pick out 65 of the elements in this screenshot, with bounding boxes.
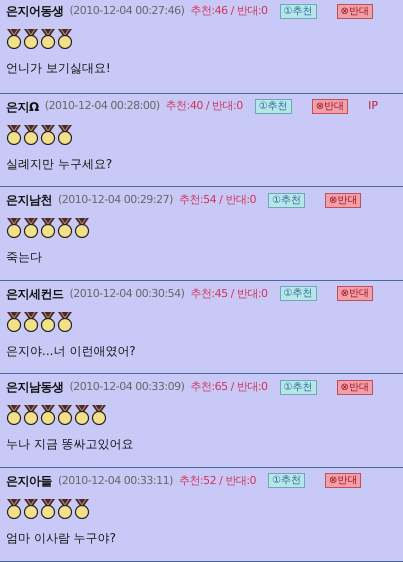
comment-date: (2010-12-04 00:27:46)	[70, 2, 184, 19]
recommend-button[interactable]: ①추천	[268, 473, 305, 488]
comment-text: 죽는다	[6, 249, 43, 266]
vote-count: 추천:54 / 반대:0	[178, 192, 256, 208]
comment-date: (2010-12-04 00:28:00)	[44, 98, 160, 114]
recommend-button[interactable]: ①추천	[280, 380, 316, 395]
oppose-button[interactable]: ⊗반대	[325, 192, 362, 208]
medal-icon	[6, 28, 22, 49]
medal-icon	[23, 404, 39, 426]
medal-icon	[6, 404, 22, 426]
medal-icon	[6, 124, 22, 145]
oppose-button[interactable]: ⊗반대	[312, 99, 348, 114]
author-name: 은지남동생	[6, 379, 64, 396]
comment-text: 엄마 이사람 누구야?	[6, 530, 117, 547]
medal-icon	[40, 124, 56, 145]
author-name: 은지남천	[6, 192, 52, 210]
comment-date: (2010-12-04 00:30:54)	[70, 286, 184, 302]
medal-icon	[6, 217, 22, 238]
comment-date: (2010-12-04 00:33:11)	[58, 472, 173, 489]
ip-label: IP	[368, 98, 378, 114]
vote-count: 추천:46 / 반대:0	[190, 2, 268, 19]
medal-icon	[40, 310, 56, 332]
comment-text: 실례지만 누구세요?	[6, 156, 114, 173]
recommend-button[interactable]: ①추천	[280, 4, 316, 18]
comment-text: 은지야...너 이런애였어?	[6, 342, 137, 360]
author-name: 은지세컨드	[6, 286, 64, 303]
medal-icon	[6, 498, 22, 519]
medal-icon	[57, 217, 73, 238]
medal-icon	[40, 498, 56, 519]
medal-icon	[74, 404, 90, 426]
vote-count: 추천:52 / 반대:0	[178, 472, 256, 489]
medal-icon	[40, 404, 56, 426]
medal-icon	[57, 124, 73, 145]
vote-count: 추천:65 / 반대:0	[190, 379, 268, 396]
medal-icon	[74, 498, 90, 519]
medal-icon	[57, 310, 73, 332]
medal-icon	[23, 217, 39, 238]
oppose-button[interactable]: ⊗반대	[336, 4, 373, 18]
medal-icon	[40, 28, 56, 49]
vote-count: 추천:45 / 반대:0	[190, 286, 268, 302]
recommend-button[interactable]: ①추천	[280, 286, 316, 302]
medal-icon	[23, 124, 39, 145]
medal-icon	[23, 28, 39, 49]
medal-icon	[57, 404, 73, 426]
vote-count: 추천:40 / 반대:0	[166, 98, 243, 114]
comment-text: 언니가 보기싫대요!	[6, 60, 112, 77]
author-name: 은지Ω	[6, 98, 39, 116]
oppose-button[interactable]: ⊗반대	[336, 286, 373, 302]
oppose-button[interactable]: ⊗반대	[336, 380, 373, 395]
author-name: 은지아들	[6, 472, 52, 490]
comment-text: 누나 지금 똥싸고있어요	[6, 436, 135, 454]
medal-icon	[57, 498, 73, 519]
medal-icon	[23, 310, 39, 332]
recommend-button[interactable]: ①추천	[254, 99, 292, 114]
oppose-button[interactable]: ⊗반대	[325, 473, 362, 488]
medal-icon	[57, 28, 73, 49]
comment-date: (2010-12-04 00:29:27)	[58, 192, 173, 208]
medal-icon	[6, 310, 22, 332]
medal-icon	[74, 217, 90, 238]
author-name: 은지어동생	[6, 3, 64, 20]
medal-icon	[91, 404, 107, 426]
medal-icon	[23, 498, 39, 519]
recommend-button[interactable]: ①추천	[268, 192, 305, 208]
comment-date: (2010-12-04 00:33:09)	[70, 379, 184, 396]
medal-icon	[40, 217, 56, 238]
